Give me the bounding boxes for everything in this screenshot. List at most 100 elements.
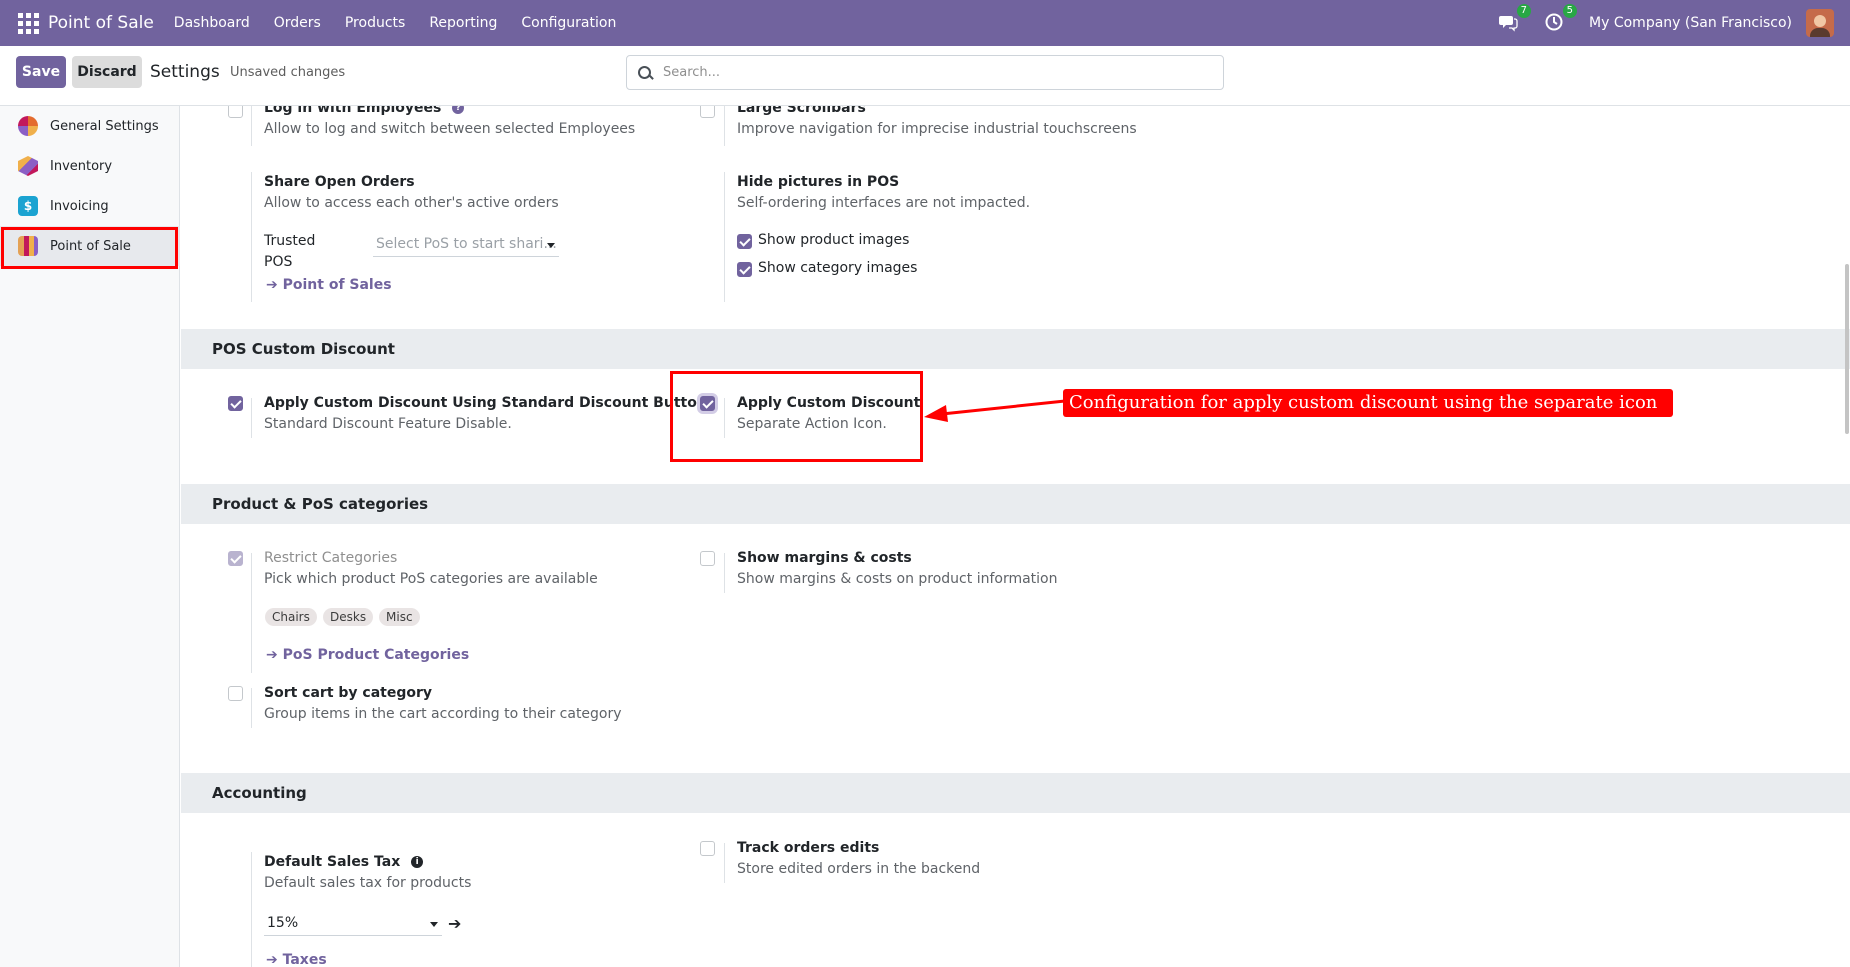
show-margins-title: Show margins & costs — [737, 550, 912, 566]
track-orders-title: Track orders edits — [737, 840, 880, 856]
sidebar-item-label: General Settings — [50, 118, 159, 134]
log-in-employees-checkbox[interactable] — [228, 106, 243, 118]
divider — [724, 106, 725, 146]
save-button[interactable]: Save — [16, 56, 66, 88]
annotation-callout: Configuration for apply custom discount … — [1063, 389, 1673, 417]
share-open-orders-desc: Allow to access each other's active orde… — [264, 195, 559, 211]
page-title: Settings — [150, 62, 220, 82]
menu-orders[interactable]: Orders — [274, 15, 321, 31]
messages-icon[interactable]: 7 — [1497, 4, 1532, 34]
top-navbar: Point of Sale Dashboard Orders Products … — [0, 0, 1850, 46]
default-sales-tax-title: Default Sales Tax i — [264, 854, 424, 870]
highlight-box-apply-custom-discount — [670, 371, 923, 462]
sidebar-item-invoicing[interactable]: $ Invoicing — [0, 186, 180, 226]
chevron-down-icon — [547, 243, 555, 248]
divider — [251, 688, 252, 728]
category-tag-desks[interactable]: Desks — [323, 608, 374, 626]
default-sales-tax-value: 15% — [267, 915, 299, 931]
trusted-pos-label: Trusted — [264, 233, 316, 249]
section-product-pos-categories: Product & PoS categories — [181, 484, 1850, 524]
large-scrollbars-checkbox[interactable] — [700, 106, 715, 118]
hide-pictures-desc: Self-ordering interfaces are not impacte… — [737, 195, 1031, 211]
search-input[interactable] — [663, 65, 1203, 80]
unsaved-status: Unsaved changes — [230, 65, 346, 80]
app-title[interactable]: Point of Sale — [48, 13, 154, 33]
track-orders-checkbox[interactable] — [700, 841, 715, 856]
sidebar-item-label: Inventory — [50, 158, 113, 174]
restrict-categories-title: Restrict Categories — [264, 550, 398, 566]
share-open-orders-title: Share Open Orders — [264, 174, 415, 190]
category-tag-misc[interactable]: Misc — [379, 608, 420, 626]
sort-cart-desc: Group items in the cart according to the… — [264, 706, 622, 722]
trusted-pos-label-2: POS — [264, 254, 293, 270]
messages-count-badge: 7 — [1516, 4, 1532, 18]
discard-button[interactable]: Discard — [72, 56, 142, 88]
chat-bubble-icon — [1499, 16, 1518, 32]
divider — [724, 843, 725, 883]
log-in-employees-desc: Allow to log and switch between selected… — [264, 121, 636, 137]
menu-dashboard[interactable]: Dashboard — [174, 15, 250, 31]
hide-pictures-title: Hide pictures in POS — [737, 174, 900, 190]
sort-cart-title: Sort cart by category — [264, 685, 433, 701]
scrollbar[interactable] — [1844, 106, 1850, 967]
show-margins-checkbox[interactable] — [700, 551, 715, 566]
log-in-employees-title: Log in with Employees ? — [264, 106, 465, 116]
pos-product-categories-link[interactable]: ➔ PoS Product Categories — [266, 647, 469, 663]
trusted-pos-placeholder: Select PoS to start shari... — [376, 236, 557, 252]
menu-reporting[interactable]: Reporting — [429, 15, 497, 31]
clock-icon — [1545, 13, 1563, 31]
divider — [724, 172, 725, 302]
default-sales-tax-select[interactable]: 15% — [264, 912, 442, 936]
divider — [724, 553, 725, 593]
sidebar-item-inventory[interactable]: Inventory — [0, 146, 180, 186]
settings-content: Log in with Employees ? Allow to log and… — [181, 106, 1850, 967]
section-accounting: Accounting — [181, 773, 1850, 813]
track-orders-desc: Store edited orders in the backend — [737, 861, 981, 877]
category-tag-chairs[interactable]: Chairs — [265, 608, 317, 626]
general-settings-icon — [18, 116, 38, 136]
info-icon[interactable]: i — [411, 856, 424, 868]
large-scrollbars-title: Large Scrollbars — [737, 106, 866, 116]
divider — [251, 553, 252, 673]
trusted-pos-select[interactable]: Select PoS to start shari... — [373, 233, 559, 257]
inventory-icon — [18, 156, 38, 176]
sidebar-item-label: Invoicing — [50, 198, 109, 214]
help-icon[interactable]: ? — [452, 106, 465, 114]
scrollbar-thumb[interactable] — [1845, 264, 1849, 434]
show-product-images-checkbox[interactable] — [737, 234, 752, 249]
large-scrollbars-desc: Improve navigation for imprecise industr… — [737, 121, 1137, 137]
show-product-images-label: Show product images — [758, 232, 910, 248]
menu-configuration[interactable]: Configuration — [521, 15, 616, 31]
sidebar-item-general-settings[interactable]: General Settings — [0, 106, 180, 146]
section-pos-custom-discount: POS Custom Discount — [181, 329, 1850, 369]
chevron-down-icon — [430, 922, 438, 927]
activities-icon[interactable]: 5 — [1543, 4, 1578, 34]
control-bar: Save Discard Settings Unsaved changes — [0, 46, 1850, 106]
search-bar[interactable] — [626, 55, 1224, 90]
activities-count-badge: 5 — [1562, 4, 1578, 18]
highlight-box-sidebar — [1, 227, 178, 269]
divider — [251, 398, 252, 438]
apps-menu-icon[interactable] — [16, 11, 40, 35]
divider — [251, 172, 252, 302]
apply-standard-discount-desc: Standard Discount Feature Disable. — [264, 416, 512, 432]
company-switcher[interactable]: My Company (San Francisco) — [1589, 15, 1792, 31]
menu-products[interactable]: Products — [345, 15, 405, 31]
apply-standard-discount-title: Apply Custom Discount Using Standard Dis… — [264, 395, 707, 411]
default-sales-tax-desc: Default sales tax for products — [264, 875, 472, 891]
apply-standard-discount-checkbox[interactable] — [228, 396, 243, 411]
sort-cart-checkbox[interactable] — [228, 686, 243, 701]
user-avatar[interactable] — [1806, 9, 1834, 37]
show-category-images-label: Show category images — [758, 260, 918, 276]
restrict-categories-desc: Pick which product PoS categories are av… — [264, 571, 598, 587]
divider — [251, 852, 252, 967]
taxes-link[interactable]: ➔ Taxes — [266, 952, 327, 967]
show-category-images-checkbox[interactable] — [737, 262, 752, 277]
restrict-categories-checkbox[interactable] — [228, 551, 243, 566]
open-record-arrow-icon[interactable]: ➔ — [448, 914, 461, 933]
point-of-sales-link[interactable]: ➔ Point of Sales — [266, 277, 392, 293]
annotation-arrow — [924, 399, 1066, 422]
search-icon — [637, 65, 653, 81]
divider — [251, 106, 252, 146]
show-margins-desc: Show margins & costs on product informat… — [737, 571, 1058, 587]
